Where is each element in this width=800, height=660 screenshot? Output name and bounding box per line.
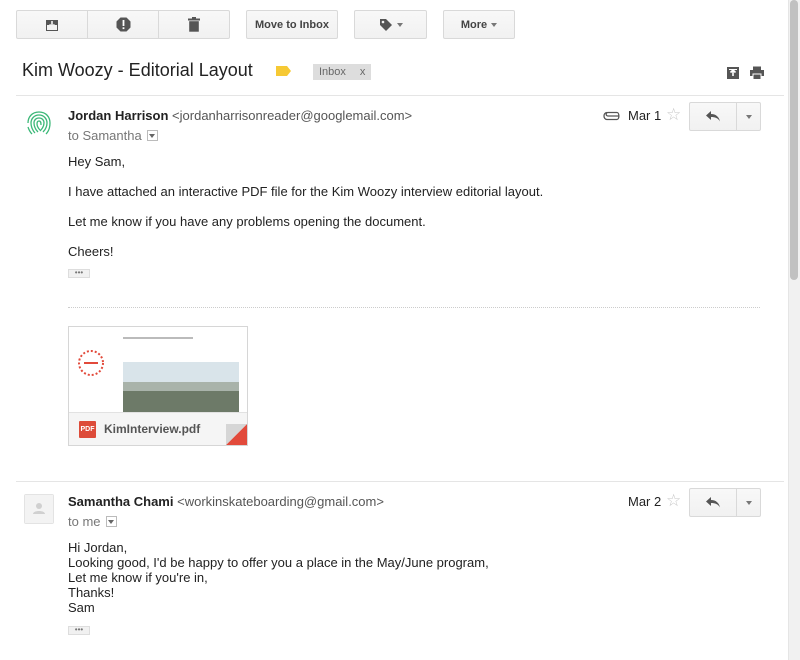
message-date: Mar 2: [628, 494, 662, 509]
pdf-file-icon: PDF: [79, 420, 96, 438]
archive-button[interactable]: [16, 10, 88, 39]
reply-button-group: [689, 488, 761, 517]
attachment-thumbnail: [69, 327, 247, 413]
report-spam-button[interactable]: [87, 10, 159, 39]
delete-button[interactable]: [158, 10, 230, 39]
avatar[interactable]: [24, 108, 54, 138]
attachment-icon: [603, 111, 620, 121]
reply-icon: [706, 497, 720, 508]
reply-button[interactable]: [689, 102, 737, 131]
attachment-filename[interactable]: KimInterview.pdf: [104, 422, 200, 436]
report-spam-icon: [116, 17, 130, 32]
message-line: Cheers!: [68, 244, 114, 259]
message-line: I have attached an interactive PDF file …: [68, 184, 544, 199]
chevron-down-icon: [491, 22, 498, 27]
sender-info[interactable]: Samantha Chami <workinskateboarding@gmai…: [68, 494, 384, 509]
attachment-card[interactable]: PDF KimInterview.pdf: [68, 326, 248, 446]
reply-button-group: [689, 102, 761, 131]
more-actions-button[interactable]: [736, 488, 761, 517]
scrollbar-thumb[interactable]: [790, 0, 798, 280]
sender-email: <workinskateboarding@gmail.com>: [177, 494, 384, 509]
more-actions-button[interactable]: [736, 102, 761, 131]
label-marker-icon[interactable]: [276, 66, 291, 76]
message-line: Hi Jordan,: [68, 540, 128, 555]
scrollbar[interactable]: [788, 0, 800, 660]
archive-icon: [46, 19, 58, 31]
reply-button[interactable]: [689, 488, 737, 517]
label-icon: [379, 18, 392, 31]
attachment-divider: [68, 307, 760, 308]
chevron-down-icon: [396, 22, 403, 27]
inbox-label-chip: Inbox x: [313, 64, 372, 80]
labels-button[interactable]: [354, 10, 427, 39]
star-icon[interactable]: ☆: [666, 492, 681, 509]
sender-info[interactable]: Jordan Harrison <jordanharrisonreader@go…: [68, 108, 412, 123]
message-line: Let me know if you're in,: [68, 570, 208, 585]
move-to-inbox-label: Move to Inbox: [255, 18, 329, 31]
chevron-down-icon: [108, 519, 115, 524]
recipient-line[interactable]: to Samantha: [68, 128, 158, 143]
sender-email: <jordanharrisonreader@googlemail.com>: [172, 108, 413, 123]
chevron-down-icon: [745, 114, 752, 119]
message-line: Hey Sam,: [68, 154, 126, 169]
sender-name: Jordan Harrison: [68, 108, 169, 123]
message-line: Thanks!: [68, 585, 115, 600]
more-button[interactable]: More: [443, 10, 515, 39]
trash-icon: [188, 17, 200, 32]
remove-label-button[interactable]: x: [360, 66, 366, 78]
sender-name: Samantha Chami: [68, 494, 174, 509]
message-line: Sam: [68, 600, 95, 615]
show-trimmed-content-button[interactable]: •••: [68, 269, 90, 278]
recipient-text: to me: [68, 514, 101, 529]
chevron-down-icon: [149, 133, 156, 138]
more-label: More: [460, 18, 488, 31]
recipient-text: to Samantha: [68, 128, 142, 143]
print-icon[interactable]: [750, 66, 764, 80]
message-divider: [16, 481, 784, 482]
action-button-group: [16, 10, 230, 39]
thread-divider: [16, 95, 784, 96]
show-trimmed-content-button[interactable]: •••: [68, 626, 90, 635]
attachment-footer: PDF KimInterview.pdf: [69, 412, 247, 445]
move-to-inbox-button[interactable]: Move to Inbox: [246, 10, 338, 39]
message-date: Mar 1: [628, 108, 662, 123]
show-details-button[interactable]: [146, 130, 158, 141]
chevron-down-icon: [745, 500, 752, 505]
inbox-label-text: Inbox: [319, 66, 346, 78]
reply-icon: [706, 111, 720, 122]
page-curl-icon: [226, 424, 247, 445]
message-line: Let me know if you have any problems ope…: [68, 214, 426, 229]
star-icon[interactable]: ☆: [666, 106, 681, 123]
show-details-button[interactable]: [105, 516, 117, 527]
open-new-window-icon[interactable]: [726, 66, 740, 80]
thread-subject: Kim Woozy - Editorial Layout: [22, 60, 253, 80]
avatar[interactable]: [24, 494, 54, 524]
recipient-line[interactable]: to me: [68, 514, 117, 529]
message-line: Looking good, I'd be happy to offer you …: [68, 555, 489, 570]
